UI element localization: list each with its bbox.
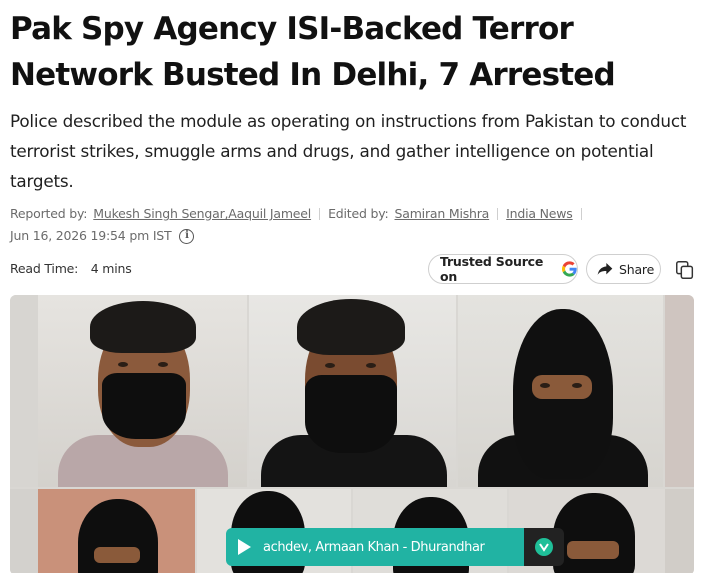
category-link[interactable]: India News xyxy=(506,205,573,223)
edited-by-label: Edited by: xyxy=(328,206,389,221)
reported-by-label: Reported by: xyxy=(10,206,88,221)
timestamp-row: Jun 16, 2026 19:54 pm IST i xyxy=(10,227,690,245)
brand-logo-icon xyxy=(524,528,564,566)
read-time-value: 4 mins xyxy=(90,261,132,276)
read-time-label: Read Time: xyxy=(10,261,79,276)
suspect-photo xyxy=(38,489,195,573)
suspect-photo xyxy=(458,295,663,487)
trusted-source-label: Trusted Source on xyxy=(440,254,544,284)
byline-row: Reported by: Mukesh Singh Sengar,Aaquil … xyxy=(10,205,690,223)
video-title: achdev, Armaan Khan - Dhurandhar xyxy=(263,539,485,555)
trusted-source-button[interactable]: Trusted Source on xyxy=(428,254,578,284)
divider xyxy=(580,208,582,220)
publish-timestamp: Jun 16, 2026 19:54 pm IST xyxy=(10,228,172,243)
read-time: Read Time: 4 mins xyxy=(10,261,132,276)
google-g-icon xyxy=(561,261,577,277)
suspect-photo xyxy=(249,295,456,487)
copy-icon[interactable] xyxy=(674,259,696,281)
share-button[interactable]: Share xyxy=(586,254,661,284)
suspect-photo xyxy=(38,295,247,487)
reporter-link[interactable]: Mukesh Singh Sengar,Aaquil Jameel xyxy=(93,205,311,223)
article-meta: Reported by: Mukesh Singh Sengar,Aaquil … xyxy=(10,205,690,245)
video-player-bar[interactable]: achdev, Armaan Khan - Dhurandhar xyxy=(226,528,524,566)
share-arrow-icon xyxy=(597,263,613,275)
share-label: Share xyxy=(619,261,655,277)
play-icon[interactable] xyxy=(238,539,251,555)
article-headline: Pak Spy Agency ISI-Backed Terror Network… xyxy=(10,11,616,93)
divider xyxy=(319,208,321,220)
brand-logo-mark xyxy=(535,538,553,556)
article-summary: Police described the module as operating… xyxy=(10,111,687,191)
editor-link[interactable]: Samiran Mishra xyxy=(395,205,490,223)
info-icon[interactable]: i xyxy=(179,228,195,244)
divider xyxy=(497,208,499,220)
